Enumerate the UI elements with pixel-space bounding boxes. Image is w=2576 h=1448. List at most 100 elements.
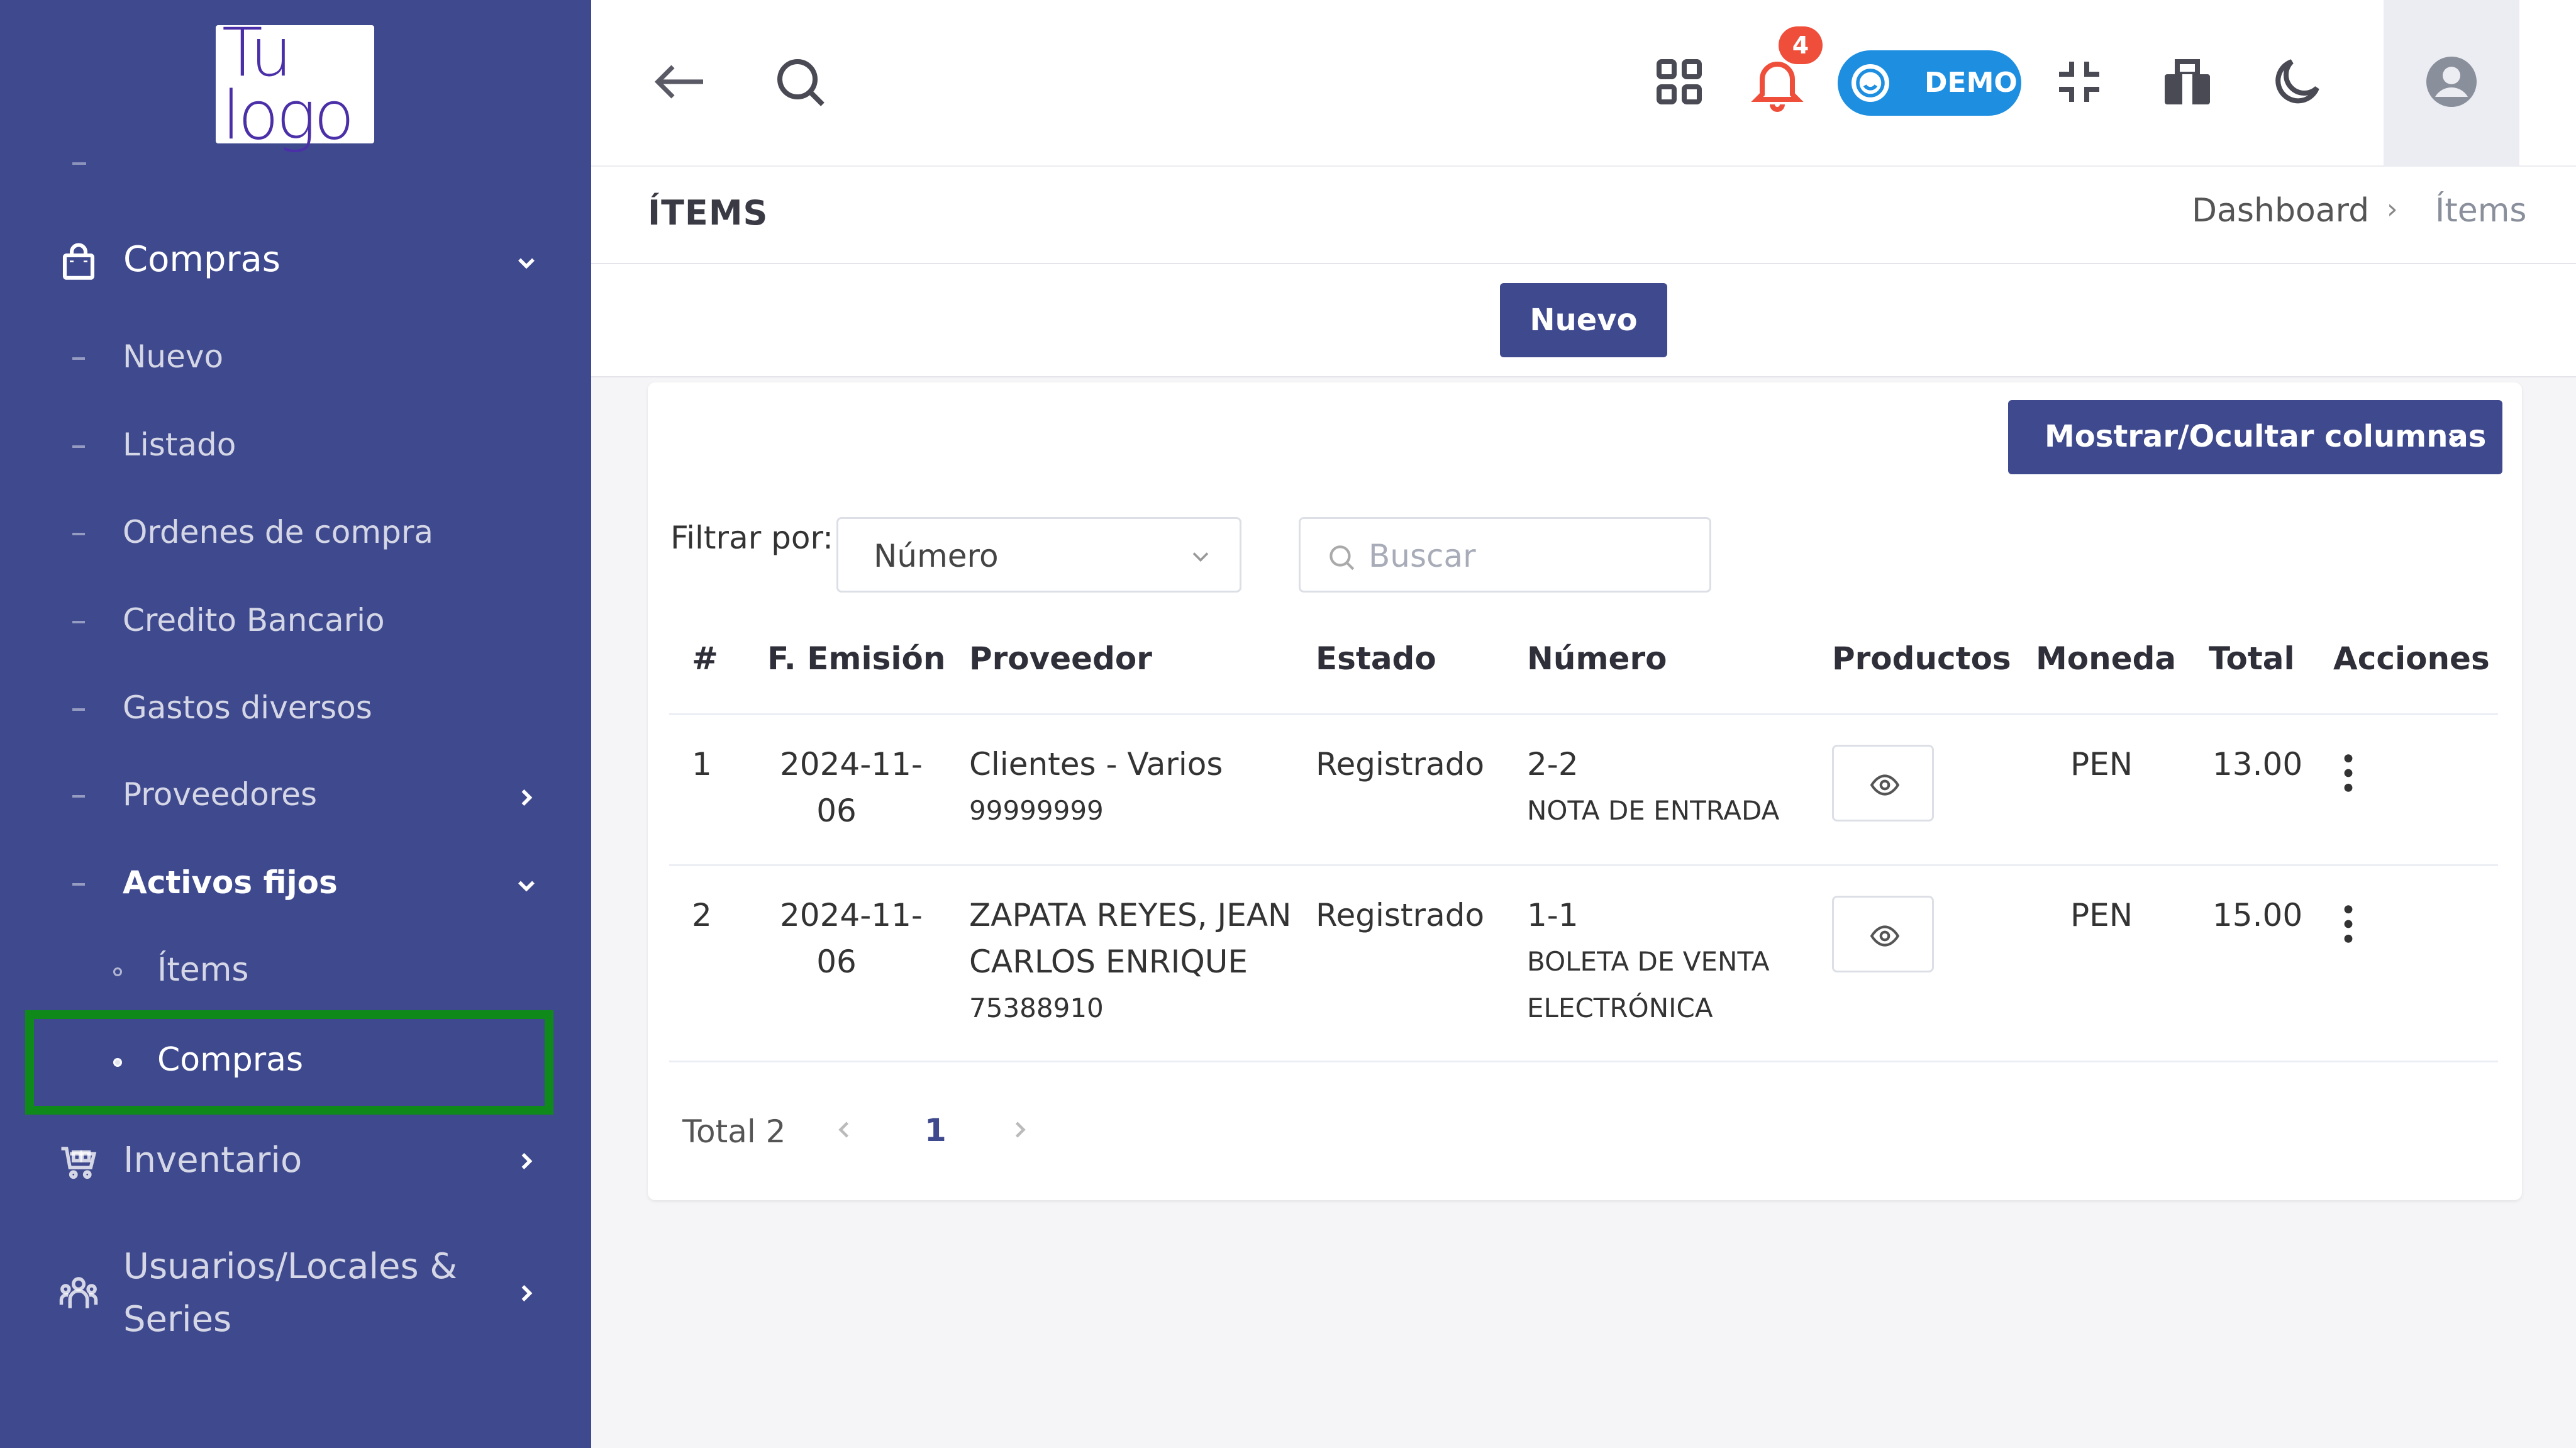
row-doc-type-cont: ELECTRÓNICA [1527,993,1713,1023]
chevron-right-icon[interactable] [1006,1116,1034,1144]
notification-badge: 4 [1779,26,1823,64]
row-doc-type: NOTA DE ENTRADA [1527,795,1780,826]
row-date: 2024-11- 06 [780,897,923,980]
back-arrow-icon[interactable] [650,52,711,112]
chevron-down-icon [518,881,535,892]
sidebar-item-label: Inventario [123,1140,303,1181]
sidebar-dash [72,795,85,798]
row-provider-doc: 75388910 [969,993,1104,1023]
column-header-total: Total [2209,640,2295,677]
action-bar: Nuevo [591,264,2576,377]
view-products-button[interactable] [1832,745,1934,821]
breadcrumb-dashboard[interactable]: Dashboard [2192,192,2369,230]
row-currency: PEN [2070,746,2133,782]
company-logo[interactable]: Tu logo [216,19,374,149]
column-header-currency: Moneda [2036,640,2177,677]
row-status: Registrado [1316,897,1485,933]
demo-label: DEMO [1924,67,2018,99]
row-provider: Clientes - Varios 99999999 [969,741,1223,834]
row-date: 2024-11- 06 [780,746,923,829]
row-doc-type: BOLETA DE VENTA [1527,946,1770,977]
new-button[interactable]: Nuevo [1500,283,1667,357]
sidebar-dash [72,621,85,623]
circle-bullet-icon [113,967,122,976]
chevron-left-icon[interactable] [830,1116,858,1144]
eye-icon [1870,925,1900,947]
search-field[interactable] [1299,517,1711,593]
divider [669,1061,2498,1062]
page-header: ÍTEMS Dashboard › Ítems [591,167,2576,264]
chevron-down-icon [518,258,535,269]
sidebar-item-label: Proveedores [123,776,318,813]
sidebar-item-label: Listado [123,426,236,463]
more-vertical-icon[interactable] [2342,902,2355,946]
column-header-products: Productos [1832,640,2011,677]
breadcrumb-current: Ítems [2435,192,2527,230]
sidebar-item-label: Usuarios/Locales & Series [123,1246,458,1340]
sidebar: Tu logo Compras Nuevo Listado Ordenes de… [0,0,591,1448]
chevron-down-icon [1192,552,1209,562]
row-index: 1 [692,746,712,782]
shopping-bag-icon [62,243,95,280]
chevron-down-icon [2448,432,2463,442]
more-vertical-icon[interactable] [2342,751,2355,795]
row-total: 15.00 [2212,897,2303,933]
apps-grid-icon[interactable] [1649,52,1709,112]
search-input[interactable] [1368,534,1696,578]
sidebar-item-label: Gastos diversos [123,689,372,726]
row-index: 2 [692,897,712,933]
store-icon[interactable] [2157,52,2218,112]
sidebar-item-label: Ítems [157,951,249,989]
sidebar-item-label: Activos fijos [123,864,338,901]
top-bar: 4 DEMO [591,0,2576,167]
column-header-provider: Proveedor [969,640,1152,677]
divider [669,864,2498,866]
logo-text: Tu logo [222,14,355,154]
sidebar-dash [72,883,85,886]
column-header-date: F. Emisión [767,640,946,677]
divider [669,713,2498,715]
chevron-right-icon [521,1285,533,1301]
column-header-index: # [692,640,718,677]
compress-icon[interactable] [2049,52,2109,112]
user-avatar-icon [2426,57,2477,107]
sidebar-item-label: Compras [123,239,280,280]
user-menu[interactable] [2384,0,2519,167]
row-number: 1-1 BOLETA DE VENTA ELECTRÓNICA [1527,892,1770,1032]
sidebar-item-label: Credito Bancario [123,602,385,638]
toggle-columns-label: Mostrar/Ocultar columnas [2045,419,2487,454]
selection-highlight [25,1010,553,1115]
filter-select[interactable]: Número [836,517,1241,593]
chevron-right-icon [521,1153,533,1169]
cart-icon [61,1147,97,1179]
search-icon[interactable] [770,52,830,112]
row-status: Registrado [1316,746,1485,782]
column-header-status: Estado [1316,640,1436,677]
row-provider: ZAPATA REYES, JEAN CARLOS ENRIQUE 753889… [969,892,1291,1032]
row-currency: PEN [2070,897,2133,933]
smile-icon [1852,64,1889,102]
breadcrumb-separator: › [2387,193,2398,225]
sidebar-dash [72,162,86,165]
chevron-right-icon [521,789,533,806]
pagination-page[interactable]: 1 [924,1112,947,1149]
toggle-columns-button[interactable]: Mostrar/Ocultar columnas [2008,400,2502,474]
users-icon [59,1277,98,1308]
items-card: Mostrar/Ocultar columnas Filtrar por: Nú… [648,382,2522,1200]
pagination-total: Total 2 [682,1113,786,1150]
page-title: ÍTEMS [648,193,769,233]
demo-toggle[interactable]: DEMO [1838,50,2021,116]
moon-icon[interactable] [2267,52,2327,112]
row-provider-doc: 99999999 [969,795,1104,826]
row-number: 2-2 NOTA DE ENTRADA [1527,741,1779,834]
search-icon [1330,545,1355,571]
sidebar-item-label: Ordenes de compra [123,514,434,550]
sidebar-dash [72,708,85,711]
sidebar-dash [72,357,85,360]
column-header-number: Número [1527,640,1667,677]
sidebar-dash [72,445,85,448]
view-products-button[interactable] [1832,896,1934,972]
filter-select-value: Número [874,538,999,574]
sidebar-item-label: Nuevo [123,338,224,375]
column-header-actions: Acciones [2333,640,2490,677]
